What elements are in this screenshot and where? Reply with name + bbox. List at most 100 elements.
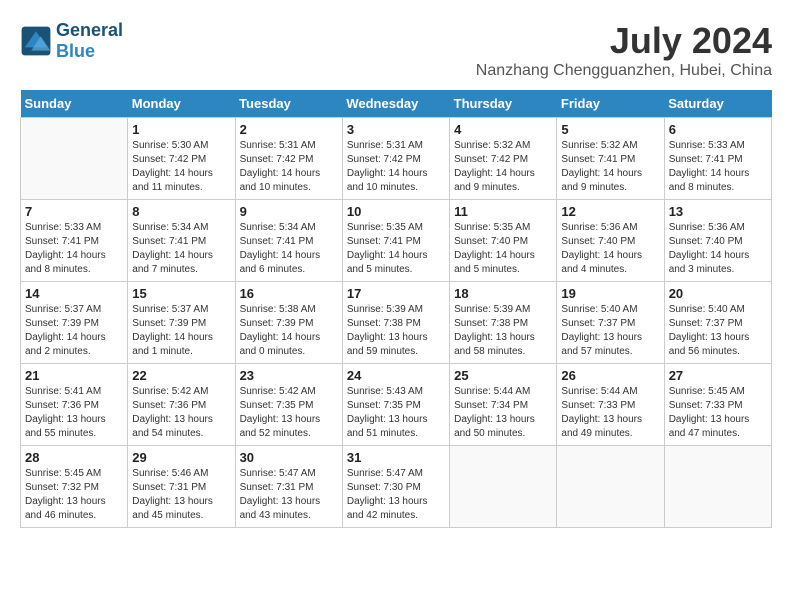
calendar-cell: 25 Sunrise: 5:44 AM Sunset: 7:34 PM Dayli…	[450, 364, 557, 446]
calendar: SundayMondayTuesdayWednesdayThursdayFrid…	[20, 90, 772, 528]
day-number: 29	[132, 450, 230, 465]
calendar-cell: 17 Sunrise: 5:39 AM Sunset: 7:38 PM Dayli…	[342, 282, 449, 364]
day-info: Sunrise: 5:31 AM Sunset: 7:42 PM Dayligh…	[240, 139, 338, 195]
calendar-cell: 22 Sunrise: 5:42 AM Sunset: 7:36 PM Dayli…	[128, 364, 235, 446]
weekday-header-thursday: Thursday	[450, 90, 557, 118]
calendar-cell	[21, 118, 128, 200]
weekday-header-friday: Friday	[557, 90, 664, 118]
calendar-cell: 14 Sunrise: 5:37 AM Sunset: 7:39 PM Dayli…	[21, 282, 128, 364]
calendar-cell: 8Sunrise: 5:34 AM Sunset: 7:41 PM Daylig…	[128, 200, 235, 282]
day-info: Sunrise: 5:46 AM Sunset: 7:31 PM Dayligh…	[132, 467, 230, 523]
day-info: Sunrise: 5:30 AM Sunset: 7:42 PM Dayligh…	[132, 139, 230, 195]
day-info: Sunrise: 5:42 AM Sunset: 7:35 PM Dayligh…	[240, 385, 338, 441]
day-number: 4	[454, 122, 552, 137]
calendar-cell	[450, 446, 557, 528]
month-year: July 2024	[476, 20, 772, 62]
day-info: Sunrise: 5:34 AM Sunset: 7:41 PM Dayligh…	[240, 221, 338, 277]
calendar-cell: 30 Sunrise: 5:47 AM Sunset: 7:31 PM Dayli…	[235, 446, 342, 528]
logo-icon	[20, 25, 52, 57]
calendar-cell: 13 Sunrise: 5:36 AM Sunset: 7:40 PM Dayli…	[664, 200, 771, 282]
calendar-cell: 28 Sunrise: 5:45 AM Sunset: 7:32 PM Dayli…	[21, 446, 128, 528]
day-number: 14	[25, 286, 123, 301]
day-info: Sunrise: 5:45 AM Sunset: 7:33 PM Dayligh…	[669, 385, 767, 441]
day-info: Sunrise: 5:39 AM Sunset: 7:38 PM Dayligh…	[347, 303, 445, 359]
calendar-cell: 6 Sunrise: 5:33 AM Sunset: 7:41 PM Daylig…	[664, 118, 771, 200]
day-number: 13	[669, 204, 767, 219]
day-info: Sunrise: 5:38 AM Sunset: 7:39 PM Dayligh…	[240, 303, 338, 359]
day-number: 28	[25, 450, 123, 465]
calendar-cell: 12Sunrise: 5:36 AM Sunset: 7:40 PM Dayli…	[557, 200, 664, 282]
calendar-cell: 21 Sunrise: 5:41 AM Sunset: 7:36 PM Dayli…	[21, 364, 128, 446]
weekday-header-sunday: Sunday	[21, 90, 128, 118]
day-info: Sunrise: 5:44 AM Sunset: 7:34 PM Dayligh…	[454, 385, 552, 441]
day-info: Sunrise: 5:31 AM Sunset: 7:42 PM Dayligh…	[347, 139, 445, 195]
day-number: 10	[347, 204, 445, 219]
day-number: 17	[347, 286, 445, 301]
day-number: 1	[132, 122, 230, 137]
day-info: Sunrise: 5:37 AM Sunset: 7:39 PM Dayligh…	[132, 303, 230, 359]
day-info: Sunrise: 5:44 AM Sunset: 7:33 PM Dayligh…	[561, 385, 659, 441]
day-number: 25	[454, 368, 552, 383]
calendar-cell: 29 Sunrise: 5:46 AM Sunset: 7:31 PM Dayli…	[128, 446, 235, 528]
week-row-1: 1 Sunrise: 5:30 AM Sunset: 7:42 PM Daylig…	[21, 118, 772, 200]
day-info: Sunrise: 5:39 AM Sunset: 7:38 PM Dayligh…	[454, 303, 552, 359]
calendar-cell: 10 Sunrise: 5:35 AM Sunset: 7:41 PM Dayli…	[342, 200, 449, 282]
day-info: Sunrise: 5:45 AM Sunset: 7:32 PM Dayligh…	[25, 467, 123, 523]
day-info: Sunrise: 5:36 AM Sunset: 7:40 PM Dayligh…	[669, 221, 767, 277]
calendar-cell: 27Sunrise: 5:45 AM Sunset: 7:33 PM Dayli…	[664, 364, 771, 446]
logo-text: General Blue	[56, 20, 123, 62]
day-number: 31	[347, 450, 445, 465]
day-number: 30	[240, 450, 338, 465]
weekday-header-tuesday: Tuesday	[235, 90, 342, 118]
weekday-header-row: SundayMondayTuesdayWednesdayThursdayFrid…	[21, 90, 772, 118]
day-info: Sunrise: 5:47 AM Sunset: 7:31 PM Dayligh…	[240, 467, 338, 523]
day-number: 22	[132, 368, 230, 383]
calendar-cell: 24 Sunrise: 5:43 AM Sunset: 7:35 PM Dayli…	[342, 364, 449, 446]
day-number: 3	[347, 122, 445, 137]
day-info: Sunrise: 5:35 AM Sunset: 7:41 PM Dayligh…	[347, 221, 445, 277]
calendar-cell: 4 Sunrise: 5:32 AM Sunset: 7:42 PM Daylig…	[450, 118, 557, 200]
calendar-cell: 5Sunrise: 5:32 AM Sunset: 7:41 PM Daylig…	[557, 118, 664, 200]
calendar-cell: 11Sunrise: 5:35 AM Sunset: 7:40 PM Dayli…	[450, 200, 557, 282]
day-info: Sunrise: 5:43 AM Sunset: 7:35 PM Dayligh…	[347, 385, 445, 441]
calendar-cell	[664, 446, 771, 528]
day-info: Sunrise: 5:37 AM Sunset: 7:39 PM Dayligh…	[25, 303, 123, 359]
calendar-cell: 16Sunrise: 5:38 AM Sunset: 7:39 PM Dayli…	[235, 282, 342, 364]
weekday-header-saturday: Saturday	[664, 90, 771, 118]
day-info: Sunrise: 5:41 AM Sunset: 7:36 PM Dayligh…	[25, 385, 123, 441]
logo: General Blue	[20, 20, 123, 62]
calendar-cell: 26Sunrise: 5:44 AM Sunset: 7:33 PM Dayli…	[557, 364, 664, 446]
calendar-cell: 31 Sunrise: 5:47 AM Sunset: 7:30 PM Dayli…	[342, 446, 449, 528]
header: General Blue July 2024 Nanzhang Chenggua…	[20, 20, 772, 80]
calendar-cell: 1 Sunrise: 5:30 AM Sunset: 7:42 PM Daylig…	[128, 118, 235, 200]
title-area: July 2024 Nanzhang Chengguanzhen, Hubei,…	[476, 20, 772, 80]
calendar-cell: 7Sunrise: 5:33 AM Sunset: 7:41 PM Daylig…	[21, 200, 128, 282]
day-number: 21	[25, 368, 123, 383]
location: Nanzhang Chengguanzhen, Hubei, China	[476, 62, 772, 80]
week-row-4: 21 Sunrise: 5:41 AM Sunset: 7:36 PM Dayli…	[21, 364, 772, 446]
day-info: Sunrise: 5:42 AM Sunset: 7:36 PM Dayligh…	[132, 385, 230, 441]
weekday-header-monday: Monday	[128, 90, 235, 118]
calendar-cell: 23 Sunrise: 5:42 AM Sunset: 7:35 PM Dayli…	[235, 364, 342, 446]
week-row-2: 7Sunrise: 5:33 AM Sunset: 7:41 PM Daylig…	[21, 200, 772, 282]
calendar-cell: 20 Sunrise: 5:40 AM Sunset: 7:37 PM Dayli…	[664, 282, 771, 364]
day-number: 5	[561, 122, 659, 137]
day-info: Sunrise: 5:33 AM Sunset: 7:41 PM Dayligh…	[25, 221, 123, 277]
calendar-cell: 19Sunrise: 5:40 AM Sunset: 7:37 PM Dayli…	[557, 282, 664, 364]
day-number: 23	[240, 368, 338, 383]
day-number: 12	[561, 204, 659, 219]
day-number: 2	[240, 122, 338, 137]
day-number: 20	[669, 286, 767, 301]
day-info: Sunrise: 5:32 AM Sunset: 7:42 PM Dayligh…	[454, 139, 552, 195]
day-info: Sunrise: 5:40 AM Sunset: 7:37 PM Dayligh…	[669, 303, 767, 359]
day-number: 24	[347, 368, 445, 383]
calendar-cell	[557, 446, 664, 528]
day-info: Sunrise: 5:47 AM Sunset: 7:30 PM Dayligh…	[347, 467, 445, 523]
day-info: Sunrise: 5:40 AM Sunset: 7:37 PM Dayligh…	[561, 303, 659, 359]
weekday-header-wednesday: Wednesday	[342, 90, 449, 118]
day-number: 9	[240, 204, 338, 219]
day-info: Sunrise: 5:33 AM Sunset: 7:41 PM Dayligh…	[669, 139, 767, 195]
calendar-cell: 18Sunrise: 5:39 AM Sunset: 7:38 PM Dayli…	[450, 282, 557, 364]
day-number: 6	[669, 122, 767, 137]
day-number: 15	[132, 286, 230, 301]
